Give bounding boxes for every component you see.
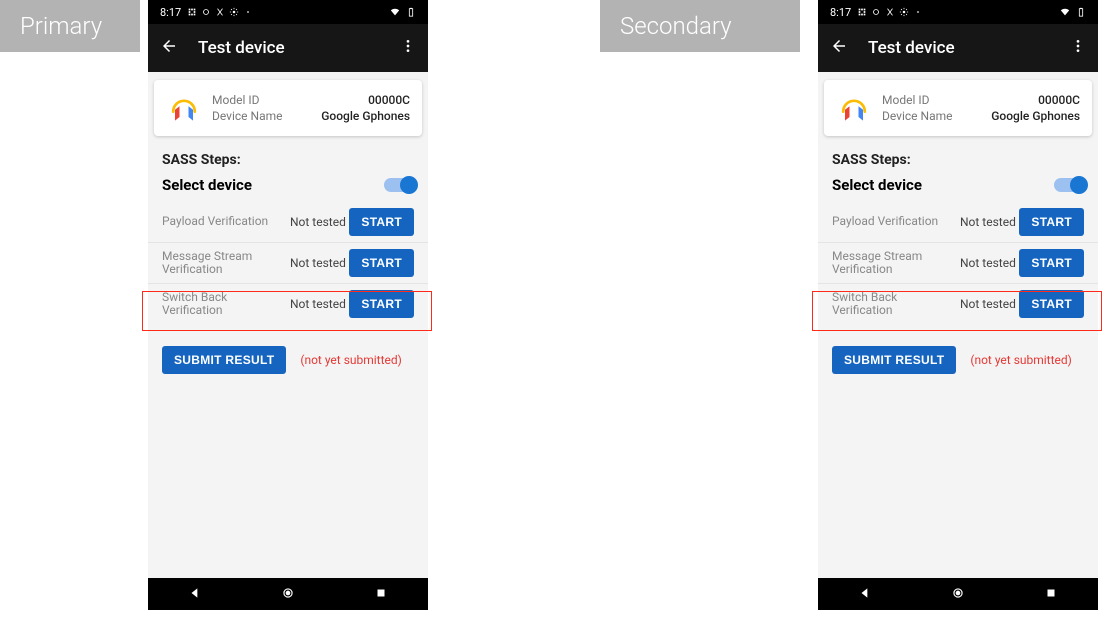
test-row: Switch Back Verification Not tested STAR…: [818, 283, 1098, 324]
nav-bar: [148, 578, 428, 610]
model-id-value: 00000C: [368, 93, 410, 107]
circle-icon: [201, 7, 211, 17]
test-name: Switch Back Verification: [832, 291, 960, 317]
nav-home[interactable]: [951, 585, 965, 604]
status-icons-left: [857, 7, 923, 17]
glyph-icon: [885, 7, 895, 17]
start-button[interactable]: START: [1019, 249, 1084, 277]
start-button[interactable]: START: [349, 208, 414, 236]
more-button[interactable]: [400, 38, 416, 58]
app-bar: Test device: [148, 24, 428, 72]
debug-icon: [187, 7, 197, 17]
test-row: Message Stream Verification Not tested S…: [148, 242, 428, 283]
device-name-label: Device Name: [882, 109, 953, 123]
page-title: Test device: [868, 38, 955, 58]
nav-bar: [818, 578, 1098, 610]
test-row: Switch Back Verification Not tested STAR…: [148, 283, 428, 324]
arrow-left-icon: [830, 37, 848, 55]
square-icon: [1044, 586, 1058, 600]
test-status: Not tested: [290, 215, 349, 229]
headphones-icon: [836, 90, 872, 126]
start-button[interactable]: START: [349, 249, 414, 277]
test-status: Not tested: [960, 256, 1019, 270]
sass-steps-header: SASS Steps:: [818, 144, 1098, 168]
app-bar: Test device: [818, 24, 1098, 72]
select-device-toggle[interactable]: [1054, 178, 1084, 192]
nav-recent[interactable]: [1044, 585, 1058, 604]
phone-primary: 8:17 Test device: [148, 0, 428, 610]
glyph-icon: [215, 7, 225, 17]
submit-result-button[interactable]: SUBMIT RESULT: [832, 346, 956, 374]
select-device-toggle[interactable]: [384, 178, 414, 192]
arrow-left-icon: [160, 37, 178, 55]
more-button[interactable]: [1070, 38, 1086, 58]
status-icons-left: [187, 7, 253, 17]
back-button[interactable]: [160, 37, 178, 59]
primary-badge: Primary: [0, 0, 140, 52]
test-name: Payload Verification: [162, 215, 290, 228]
debug-icon: [857, 7, 867, 17]
model-id-label: Model ID: [212, 93, 259, 107]
model-id-label: Model ID: [882, 93, 929, 107]
test-name: Payload Verification: [832, 215, 960, 228]
test-status: Not tested: [290, 256, 349, 270]
test-status: Not tested: [290, 297, 349, 311]
dot-icon: [913, 7, 923, 17]
nav-recent[interactable]: [374, 585, 388, 604]
dot-icon: [243, 7, 253, 17]
page-title: Test device: [198, 38, 285, 58]
headphones-icon: [166, 90, 202, 126]
start-button[interactable]: START: [349, 290, 414, 318]
device-card: Model ID 00000C Device Name Google Gphon…: [824, 80, 1092, 136]
triangle-left-icon: [858, 586, 872, 600]
back-button[interactable]: [830, 37, 848, 59]
test-row: Payload Verification Not tested START: [148, 202, 428, 242]
select-device-label: Select device: [832, 176, 922, 194]
status-time: 8:17: [160, 6, 181, 19]
submit-status: (not yet submitted): [970, 353, 1072, 367]
test-name: Message Stream Verification: [162, 250, 290, 276]
test-status: Not tested: [960, 297, 1019, 311]
test-status: Not tested: [960, 215, 1019, 229]
battery-icon: [1076, 7, 1086, 17]
square-icon: [374, 586, 388, 600]
submit-status: (not yet submitted): [300, 353, 402, 367]
triangle-left-icon: [188, 586, 202, 600]
sass-steps-header: SASS Steps:: [148, 144, 428, 168]
nav-home[interactable]: [281, 585, 295, 604]
phone-secondary: 8:17 Test device: [818, 0, 1098, 610]
test-row: Message Stream Verification Not tested S…: [818, 242, 1098, 283]
secondary-badge: Secondary: [600, 0, 800, 52]
start-button[interactable]: START: [1019, 290, 1084, 318]
test-name: Message Stream Verification: [832, 250, 960, 276]
circle-icon: [281, 586, 295, 600]
test-row: Payload Verification Not tested START: [818, 202, 1098, 242]
battery-icon: [406, 7, 416, 17]
nav-back[interactable]: [188, 585, 202, 604]
status-bar: 8:17: [148, 0, 428, 24]
device-name-value: Google Gphones: [991, 109, 1080, 123]
wifi-icon: [390, 7, 400, 17]
status-bar: 8:17: [818, 0, 1098, 24]
device-card: Model ID 00000C Device Name Google Gphon…: [154, 80, 422, 136]
model-id-value: 00000C: [1038, 93, 1080, 107]
gear-icon: [899, 7, 909, 17]
status-time: 8:17: [830, 6, 851, 19]
circle-icon: [871, 7, 881, 17]
wifi-icon: [1060, 7, 1070, 17]
test-name: Switch Back Verification: [162, 291, 290, 317]
dots-vertical-icon: [1070, 38, 1086, 54]
circle-icon: [951, 586, 965, 600]
device-name-value: Google Gphones: [321, 109, 410, 123]
start-button[interactable]: START: [1019, 208, 1084, 236]
submit-result-button[interactable]: SUBMIT RESULT: [162, 346, 286, 374]
device-name-label: Device Name: [212, 109, 283, 123]
nav-back[interactable]: [858, 585, 872, 604]
dots-vertical-icon: [400, 38, 416, 54]
select-device-label: Select device: [162, 176, 252, 194]
gear-icon: [229, 7, 239, 17]
